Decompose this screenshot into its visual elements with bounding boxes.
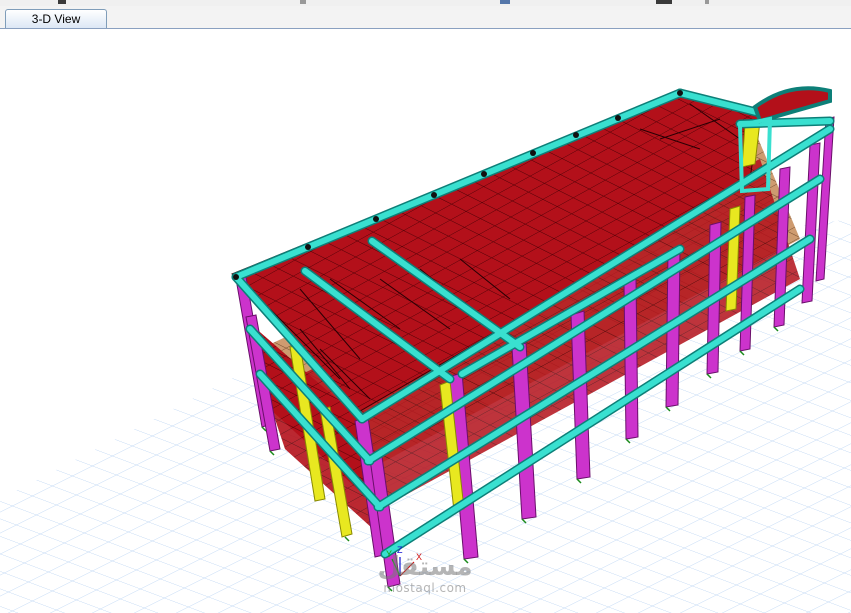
watermark-arabic: مستقل — [377, 552, 473, 582]
watermark-latin: mostaql.com — [383, 581, 467, 595]
model-3d-viewport[interactable]: X Y Z مستقل mostaql.com — [0, 29, 851, 613]
tab-3d-view[interactable]: 3-D View — [5, 9, 107, 28]
watermark: مستقل mostaql.com — [360, 553, 490, 595]
tab-bar: 3-D View — [0, 6, 851, 29]
